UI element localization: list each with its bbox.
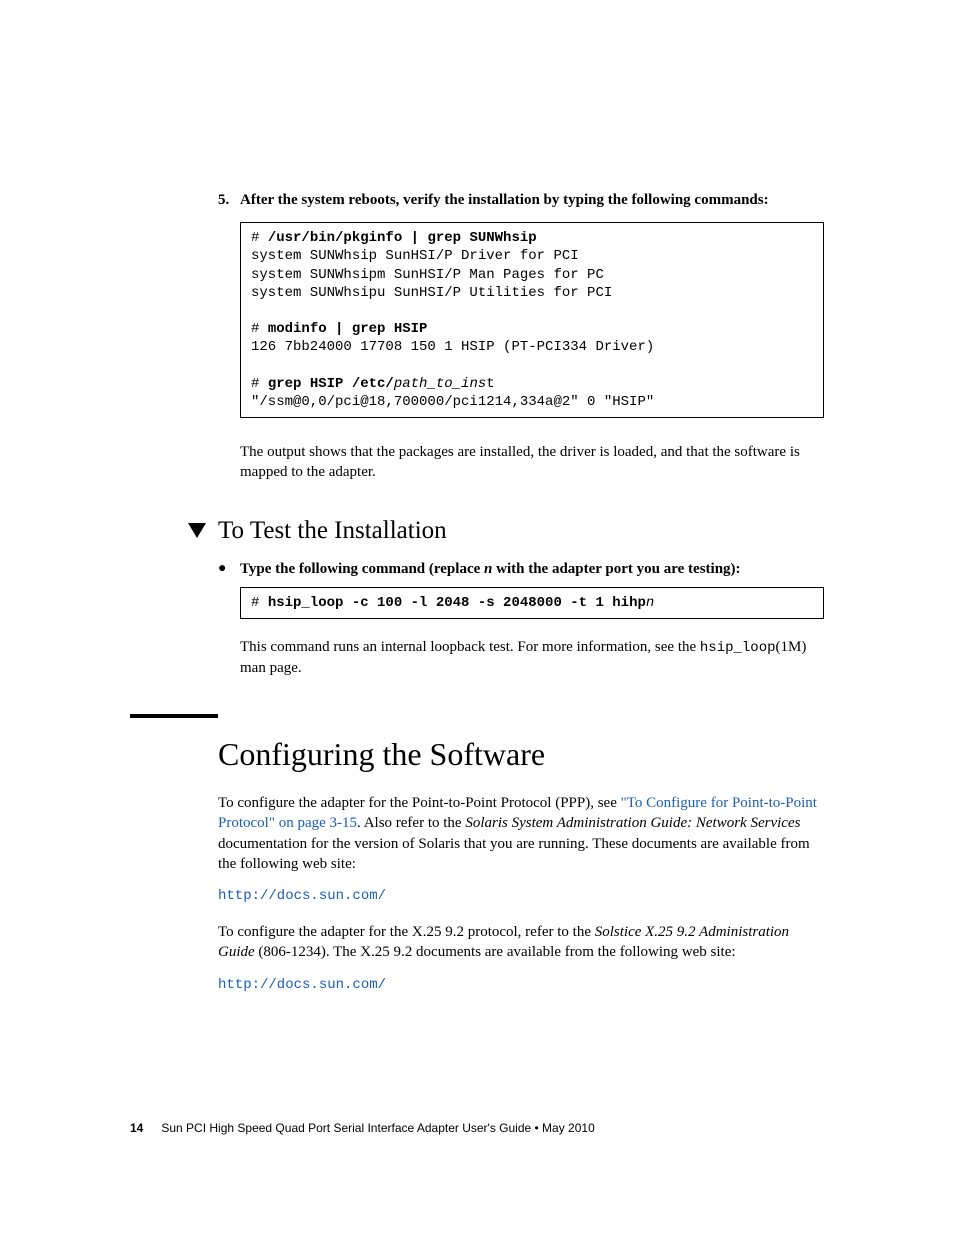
step-text: After the system reboots, verify the ins… — [240, 190, 769, 210]
triangle-icon — [188, 523, 206, 538]
book-title: Solaris System Administration Guide: Net… — [465, 815, 800, 831]
code-command: modinfo | grep HSIP — [268, 321, 428, 337]
code-block-hsiploop: # hsip_loop -c 100 -l 2048 -s 2048000 -t… — [240, 587, 824, 619]
bullet-icon: ● — [218, 559, 240, 579]
code-arg: t — [486, 376, 494, 392]
code-output: system SUNWhsip SunHSI/P Driver for PCI — [251, 248, 579, 264]
link-docs-sun-2[interactable]: http://docs.sun.com/ — [218, 977, 824, 993]
code-prompt: # — [251, 230, 268, 246]
code-output: system SUNWhsipm SunHSI/P Man Pages for … — [251, 267, 604, 283]
paragraph-loopback: This command runs an internal loopback t… — [240, 637, 824, 678]
heading-test-install: To Test the Installation — [188, 517, 824, 545]
link-docs-sun-1[interactable]: http://docs.sun.com/ — [218, 888, 824, 904]
code-output: 126 7bb24000 17708 150 1 HSIP (PT-PCI334… — [251, 339, 654, 355]
bullet-type-command: ● Type the following command (replace n … — [218, 559, 824, 579]
code-prompt: # — [251, 595, 268, 611]
code-block-pkginfo: # /usr/bin/pkginfo | grep SUNWhsip syste… — [240, 222, 824, 418]
paragraph-ppp: To configure the adapter for the Point-t… — [218, 793, 824, 874]
code-command: hsip_loop -c 100 -l 2048 -s 2048000 -t 1… — [268, 595, 646, 611]
code-command: grep HSIP /etc/ — [268, 376, 394, 392]
section-rule — [130, 714, 824, 722]
code-arg-italic: n — [646, 595, 654, 611]
bullet-text: Type the following command (replace n wi… — [240, 559, 741, 579]
code-command: /usr/bin/pkginfo | grep SUNWhsip — [268, 230, 537, 246]
heading-configuring: Configuring the Software — [218, 736, 824, 773]
code-prompt: # — [251, 321, 268, 337]
code-output: system SUNWhsipu SunHSI/P Utilities for … — [251, 285, 612, 301]
paragraph-x25: To configure the adapter for the X.25 9.… — [218, 922, 824, 963]
code-prompt: # — [251, 376, 268, 392]
step-5: 5. After the system reboots, verify the … — [218, 190, 824, 210]
page-content: 5. After the system reboots, verify the … — [0, 0, 954, 993]
heading-text: To Test the Installation — [218, 517, 447, 545]
step-number: 5. — [218, 190, 240, 210]
paragraph-output-explain: The output shows that the packages are i… — [240, 442, 824, 483]
footer-text: Sun PCI High Speed Quad Port Serial Inte… — [161, 1121, 594, 1135]
code-arg-italic: path_to_ins — [394, 376, 486, 392]
page-footer: 14 Sun PCI High Speed Quad Port Serial In… — [130, 1121, 595, 1135]
page-number: 14 — [130, 1121, 143, 1135]
inline-code: hsip_loop — [700, 640, 776, 656]
code-output: "/ssm@0,0/pci@18,700000/pci1214,334a@2" … — [251, 394, 654, 410]
rule-bar — [130, 714, 218, 718]
